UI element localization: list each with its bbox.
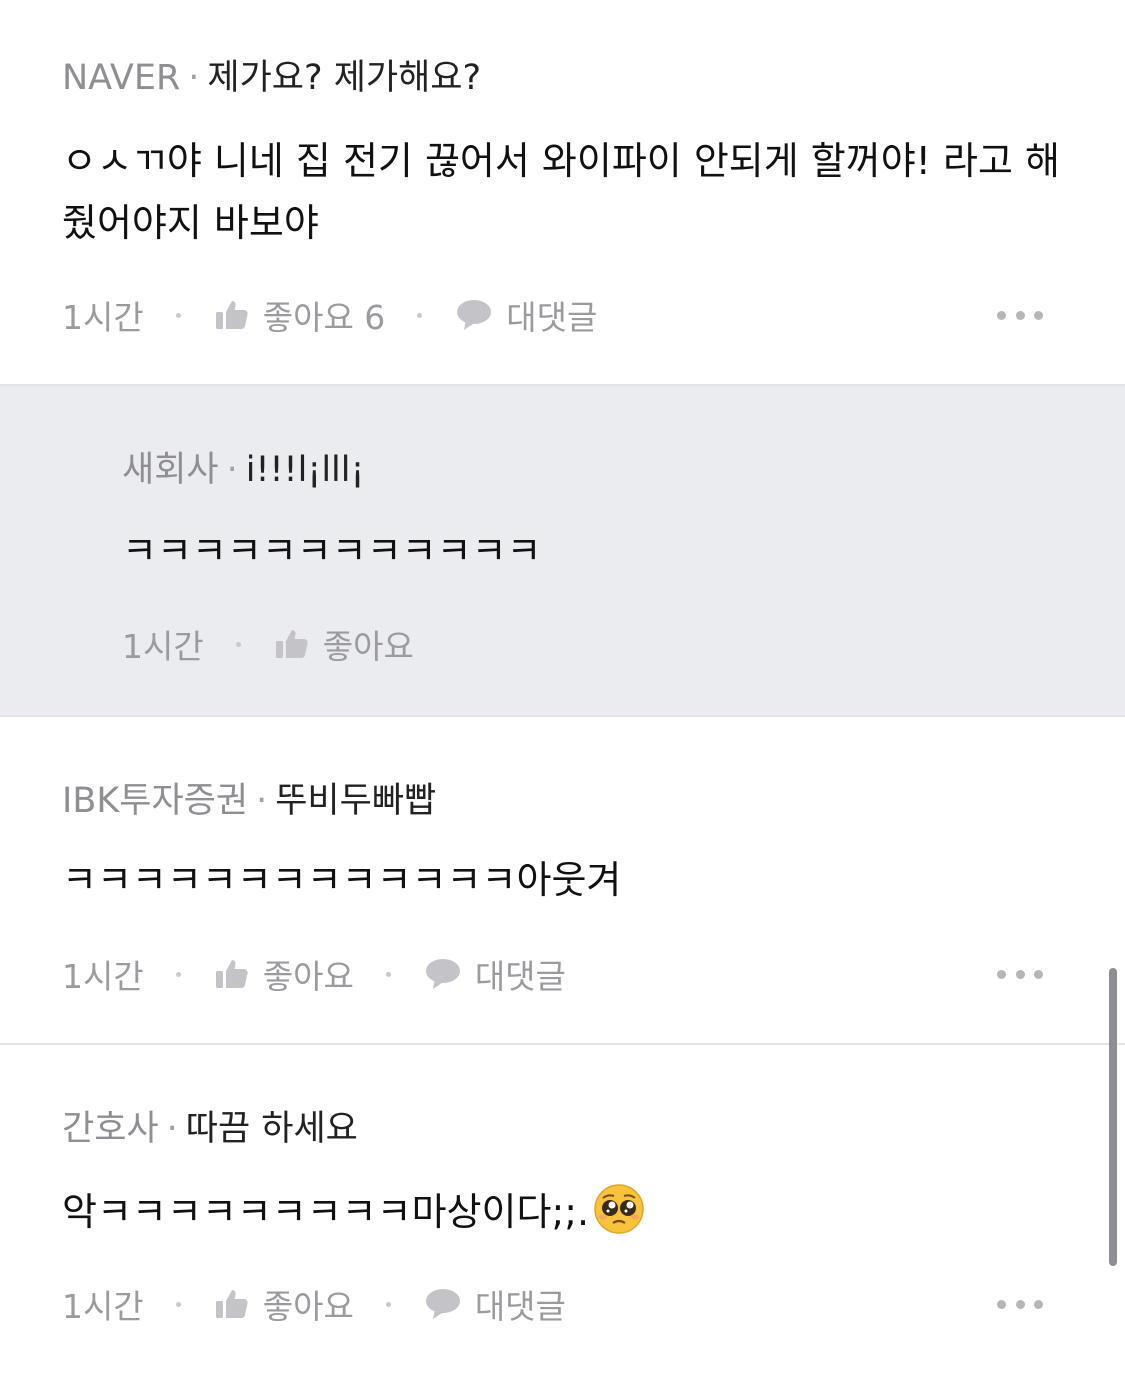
like-button[interactable]: 좋아요 — [215, 1280, 354, 1328]
like-label: 좋아요 — [322, 627, 414, 666]
ellipsis-icon — [997, 310, 1006, 320]
comment-meta: 1시간 좋아요 대댓글 — [62, 954, 566, 996]
comment-text: ㅋㅋㅋㅋㅋㅋㅋㅋㅋㅋㅋㅋ — [122, 529, 542, 573]
comment-item: IBK투자증권 · 뚜비두빠빱 ㅋㅋㅋㅋㅋㅋㅋㅋㅋㅋㅋㅋㅋ아웃겨 1시간 좋아요 대… — [0, 717, 1125, 1043]
more-options-button[interactable] — [997, 969, 1043, 979]
company-name: NAVER — [62, 58, 181, 98]
separator-dot — [417, 312, 423, 318]
comment-header: 새회사 · i!!!l¡lll¡ — [122, 448, 365, 492]
timestamp: 1시간 — [62, 957, 144, 996]
like-button[interactable]: 좋아요 6 — [215, 291, 386, 339]
like-label: 좋아요 6 — [262, 298, 386, 337]
comment-header: NAVER · 제가요? 제가해요? — [62, 56, 481, 100]
thumbs-up-icon — [215, 1290, 248, 1318]
more-options-button[interactable] — [997, 1299, 1043, 1309]
nickname[interactable]: i!!!l¡lll¡ — [246, 450, 365, 490]
comment-item: 간호사 · 따끔 하세요 악ㅋㅋㅋㅋㅋㅋㅋㅋㅋ마상이다;;. 1시간 좋아요 대… — [0, 1045, 1125, 1374]
speech-bubble-icon — [425, 959, 460, 989]
speech-bubble-icon — [425, 1289, 460, 1319]
timestamp: 1시간 — [122, 627, 204, 666]
nickname[interactable]: 따끔 하세요 — [186, 1109, 358, 1149]
comment-header: 간호사 · 따끔 하세요 — [62, 1107, 358, 1151]
comment-meta: 1시간 좋아요 6 대댓글 — [62, 295, 597, 337]
comment-text: ㅋㅋㅋㅋㅋㅋㅋㅋㅋㅋㅋㅋㅋ아웃겨 — [62, 858, 622, 902]
reply-label: 대댓글 — [474, 1287, 566, 1326]
comment-text-content: 악ㅋㅋㅋㅋㅋㅋㅋㅋㅋ마상이다;;. — [62, 1190, 590, 1234]
comment-header: IBK투자증권 · 뚜비두빠빱 — [62, 779, 436, 823]
like-label: 좋아요 — [262, 957, 354, 996]
ellipsis-icon — [997, 1299, 1006, 1309]
more-options-button[interactable] — [997, 310, 1043, 320]
ellipsis-icon — [997, 969, 1006, 979]
speech-bubble-icon — [457, 300, 492, 330]
reply-comment-item: 새회사 · i!!!l¡lll¡ ㅋㅋㅋㅋㅋㅋㅋㅋㅋㅋㅋㅋ 1시간 좋아요 — [0, 386, 1125, 715]
separator-dot: · — [166, 1109, 178, 1149]
comment-item: NAVER · 제가요? 제가해요? ㅇㅅㄲ야 니네 집 전기 끊어서 와이파이 안… — [0, 0, 1125, 384]
like-button[interactable]: 좋아요 — [275, 620, 414, 668]
separator-dot — [175, 1301, 181, 1307]
thumbs-up-icon — [275, 630, 308, 658]
nickname[interactable]: 제가요? 제가해요? — [207, 58, 481, 98]
reply-button[interactable]: 대댓글 — [456, 291, 597, 339]
scrollbar[interactable] — [1109, 968, 1117, 1266]
timestamp: 1시간 — [62, 1287, 144, 1326]
reply-label: 대댓글 — [506, 298, 598, 337]
timestamp: 1시간 — [62, 298, 144, 337]
separator-dot — [175, 971, 181, 977]
reply-label: 대댓글 — [474, 957, 566, 996]
reply-button[interactable]: 대댓글 — [425, 1280, 566, 1328]
pleading-face-emoji — [594, 1184, 644, 1234]
separator-dot — [235, 641, 241, 647]
comment-text: 악ㅋㅋㅋㅋㅋㅋㅋㅋㅋ마상이다;;. — [62, 1181, 1072, 1243]
company-name: 새회사 — [122, 450, 219, 490]
comment-meta: 1시간 좋아요 대댓글 — [62, 1284, 566, 1326]
separator-dot — [175, 312, 181, 318]
separator-dot: · — [188, 58, 200, 98]
reply-button[interactable]: 대댓글 — [425, 950, 566, 998]
nickname[interactable]: 뚜비두빠빱 — [275, 781, 436, 821]
separator-dot — [385, 1301, 391, 1307]
like-label: 좋아요 — [262, 1287, 354, 1326]
separator-dot: · — [256, 781, 268, 821]
like-button[interactable]: 좋아요 — [215, 950, 354, 998]
company-name: IBK투자증권 — [62, 781, 249, 821]
comment-meta: 1시간 좋아요 — [122, 624, 446, 666]
separator-dot — [385, 971, 391, 977]
thumbs-up-icon — [215, 301, 248, 329]
company-name: 간호사 — [62, 1109, 159, 1149]
separator-dot: · — [226, 450, 238, 490]
thumbs-up-icon — [215, 960, 248, 988]
comment-text: ㅇㅅㄲ야 니네 집 전기 끊어서 와이파이 안되게 할꺼야! 라고 해줬어야지 … — [62, 139, 1060, 245]
